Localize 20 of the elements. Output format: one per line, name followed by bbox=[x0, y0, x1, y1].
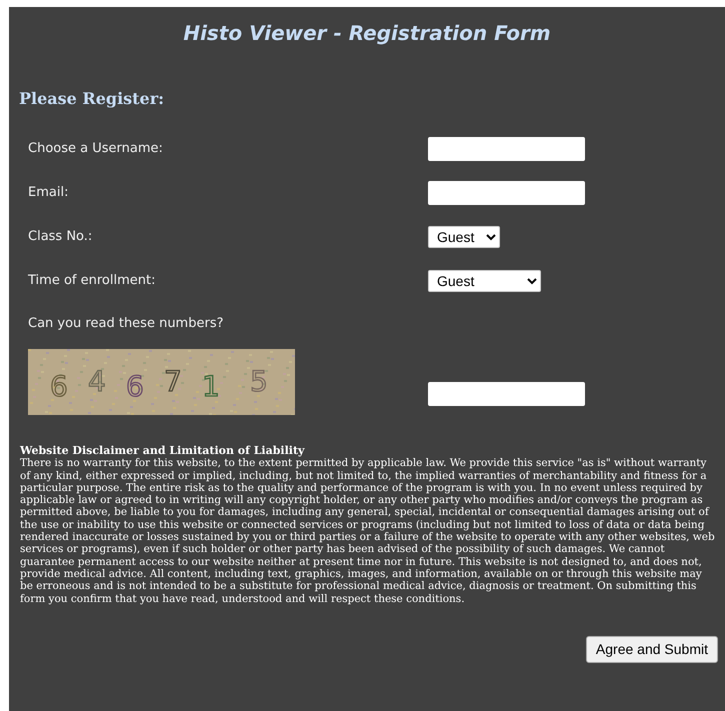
captcha-digit: 6 bbox=[126, 370, 144, 403]
disclaimer-text: Website Disclaimer and Limitation of Liability There is no warranty for this website, to the extent permitted by applicable law. We provide this service "as is" without warranty of any kind, either expressed or implied, including, but not limited to, the implied warranties of merchantability and fitness for a particular purpose. The entire risk as to the quality and performance of the program is with you. In no event unless required by applicable law or agreed to in writing will any copyright holder, or any other party who modifies and/or conveys the program as permitted above, be liable to you for damages, including any general, special, incidental or consequential damages arising out of the use or inability to use this website or connected services or programs (including but not limited to loss of data or data being rendered inaccurate or losses sustained by you or third parties or a failure of the website to operate with any other websites, web services or programs), even if such holder or other party has been advised of the possibility of such damages. We cannot guarantee permanent access to our website neither at present time nor in future. This website is not designed to, and does not, provide medical advice. All content, including text, graphics, images, and information, available on or through this website may be erroneous and is not intended to be a substitute for professional medical advice, diagnosis or treatment. On submitting this form you confirm that you have read, understood and will respect these conditions. bbox=[20, 445, 716, 605]
field-label: Time of enrollment: bbox=[28, 272, 156, 290]
submit-button[interactable]: Agree and Submit bbox=[586, 636, 718, 663]
captcha-answer-field[interactable] bbox=[428, 382, 585, 406]
captcha-digit: 6 bbox=[50, 370, 68, 403]
captcha-digit: 1 bbox=[202, 370, 220, 403]
section-heading: Please Register: bbox=[19, 89, 166, 109]
captcha-digit: 4 bbox=[88, 365, 106, 398]
field-label: Can you read these numbers? bbox=[28, 315, 224, 334]
field-label: Choose a Username: bbox=[28, 140, 164, 158]
dropdown[interactable]: Guest bbox=[428, 270, 541, 292]
field-label: Email: bbox=[28, 184, 70, 202]
text-field[interactable] bbox=[428, 137, 585, 161]
dropdown[interactable]: Guest bbox=[428, 226, 500, 248]
captcha-digit: 5 bbox=[250, 365, 268, 398]
text-field[interactable] bbox=[428, 181, 585, 205]
form-title: Histo Viewer - Registration Form bbox=[182, 21, 552, 45]
field-label: Class No.: bbox=[28, 228, 94, 246]
captcha-digit: 7 bbox=[164, 365, 182, 398]
